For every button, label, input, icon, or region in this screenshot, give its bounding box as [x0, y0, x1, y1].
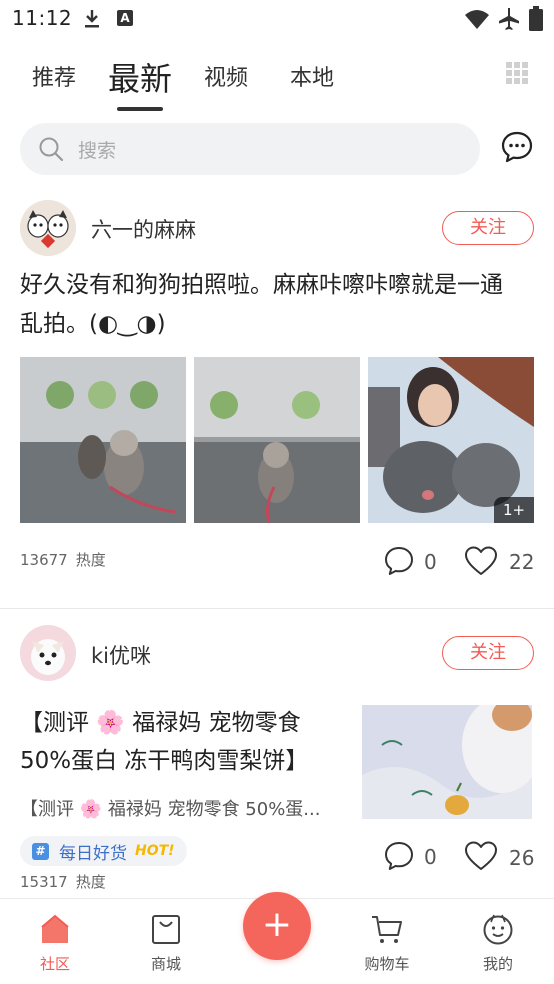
tab-recommend[interactable]: 推荐: [32, 60, 76, 92]
airplane-icon: [499, 8, 519, 30]
tag-label: 每日好货: [59, 843, 127, 864]
heart-icon[interactable]: [464, 545, 498, 577]
plus-icon: +: [261, 904, 293, 945]
message-icon[interactable]: [500, 130, 534, 164]
nav-community[interactable]: 社区: [10, 899, 100, 984]
heat-value: 13677: [20, 551, 68, 569]
home-icon: [41, 914, 69, 943]
heat-stat: 13677 热度: [20, 549, 106, 570]
download-icon: [85, 10, 99, 28]
heart-icon[interactable]: [464, 840, 498, 872]
tab-video[interactable]: 视频: [204, 60, 248, 92]
nav-label: 社区: [39, 955, 70, 973]
avatar-dogs-image: [20, 200, 76, 256]
post-subtitle[interactable]: 【测评 🌸 福禄妈 宠物零食 50%蛋...: [20, 795, 340, 821]
comment-icon[interactable]: [383, 840, 415, 872]
nav-mall[interactable]: 商城: [121, 899, 211, 984]
active-tab-indicator: [117, 107, 163, 111]
avatar[interactable]: [20, 625, 76, 681]
follow-button[interactable]: 关注: [442, 636, 534, 670]
status-bar: 11:12 A: [0, 0, 554, 38]
post-photo[interactable]: [20, 357, 186, 523]
post-text[interactable]: 好久没有和狗狗拍照啦。麻麻咔嚓咔嚓就是一通乱拍。(◐‿◑): [20, 266, 520, 344]
dog-photo-image: [20, 357, 186, 523]
a-badge-icon: A: [117, 10, 133, 26]
nav-label: 我的: [482, 955, 513, 973]
search-placeholder: 搜索: [78, 140, 117, 162]
divider: [0, 608, 554, 609]
search-bar[interactable]: 搜索: [20, 123, 480, 175]
profile-face-icon: [483, 914, 513, 945]
post-title[interactable]: 【测评 🌸 福禄妈 宠物零食 50%蛋白 冻干鸭肉雪梨饼】: [20, 704, 340, 780]
heat-label: 热度: [75, 873, 106, 891]
post-photo[interactable]: 1+: [368, 357, 534, 523]
dog-treat-photo-image: [362, 705, 532, 819]
heat-label: 热度: [75, 551, 106, 569]
avatar-dog-image: [20, 625, 76, 681]
cart-icon: [372, 916, 402, 943]
comment-count: 0: [424, 550, 437, 574]
author-name[interactable]: ki优咪: [91, 640, 151, 670]
wifi-icon: [465, 10, 489, 29]
heat-value: 15317: [20, 873, 68, 891]
grid-menu-icon[interactable]: [506, 62, 528, 84]
more-photos-badge: 1+: [494, 497, 534, 523]
author-name[interactable]: 六一的麻麻: [91, 214, 196, 244]
follow-button[interactable]: 关注: [442, 211, 534, 245]
comment-count: 0: [424, 845, 437, 869]
tab-latest[interactable]: 最新: [108, 54, 172, 100]
post-thumbnail[interactable]: [362, 705, 532, 819]
nav-profile[interactable]: 我的: [453, 899, 543, 984]
nav-label: 购物车: [364, 955, 410, 973]
tab-local[interactable]: 本地: [290, 60, 334, 92]
hashtag-icon: #: [32, 842, 49, 860]
nav-cart[interactable]: 购物车: [342, 899, 432, 984]
like-count: 26: [509, 846, 535, 870]
like-count: 22: [509, 550, 535, 574]
heat-stat: 15317 热度: [20, 871, 106, 892]
status-time: 11:12: [12, 6, 73, 30]
dog-photo-image: [194, 357, 360, 523]
create-post-button[interactable]: +: [243, 892, 311, 960]
comment-icon[interactable]: [383, 545, 415, 577]
shop-bag-icon: [152, 915, 180, 944]
post-photo[interactable]: [194, 357, 360, 523]
battery-icon: [529, 6, 543, 31]
hot-badge: HOT!: [135, 843, 175, 859]
avatar[interactable]: [20, 200, 76, 256]
topic-tag[interactable]: # 每日好货 HOT!: [20, 836, 187, 866]
nav-label: 商城: [150, 955, 181, 973]
search-icon: [39, 137, 64, 162]
feed-tabs: 推荐 最新 视频 本地: [0, 50, 554, 111]
